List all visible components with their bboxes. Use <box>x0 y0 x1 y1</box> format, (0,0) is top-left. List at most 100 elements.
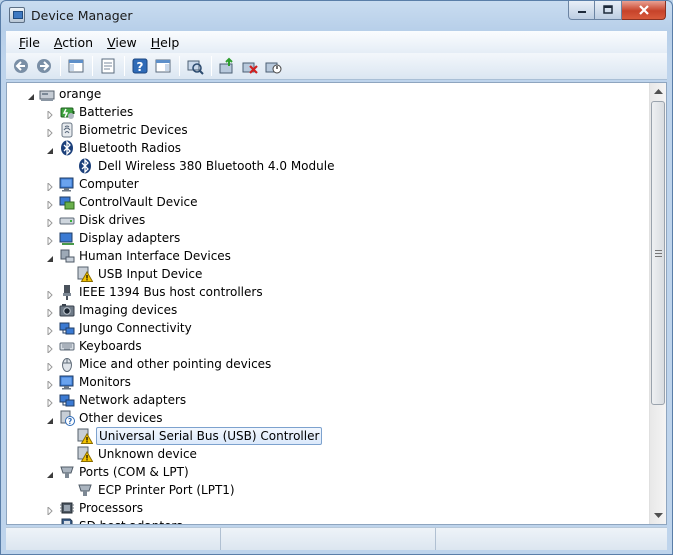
tree-node[interactable]: USB Input Device <box>7 265 649 283</box>
console-tree-button[interactable] <box>65 55 87 77</box>
tree-node[interactable]: Disk drives <box>7 211 649 229</box>
tree-node[interactable]: Bluetooth Radios <box>7 139 649 157</box>
device-manager-window: Device Manager File Action View Help ? oran… <box>0 0 673 555</box>
tree-node-label: Dell Wireless 380 Bluetooth 4.0 Module <box>98 159 335 173</box>
expand-arrow-icon[interactable] <box>46 504 54 517</box>
tree-node[interactable]: Unknown device <box>7 445 649 463</box>
scroll-thumb[interactable] <box>651 101 665 405</box>
device-manager-icon <box>9 7 25 23</box>
tree-node[interactable]: ControlVault Device <box>7 193 649 211</box>
tree-node[interactable]: Keyboards <box>7 337 649 355</box>
title-bar[interactable]: Device Manager <box>1 1 672 31</box>
disk-drive-icon <box>59 212 75 228</box>
menu-view[interactable]: View <box>100 35 144 50</box>
expand-arrow-icon[interactable] <box>46 288 54 301</box>
expand-arrow-icon[interactable] <box>46 324 54 337</box>
maximize-button[interactable] <box>595 1 622 20</box>
menu-help[interactable]: Help <box>144 35 187 50</box>
tree-node[interactable]: Dell Wireless 380 Bluetooth 4.0 Module <box>7 157 649 175</box>
expand-arrow-icon[interactable] <box>46 180 54 193</box>
device-tree[interactable]: orange Batteries Biometric Devices Bluetoot… <box>7 85 649 524</box>
forward-button[interactable] <box>33 55 55 77</box>
disable-device-button[interactable] <box>262 55 284 77</box>
tree-node[interactable]: Computer <box>7 175 649 193</box>
expand-arrow-icon[interactable] <box>46 108 54 121</box>
keyboard-icon <box>59 338 75 354</box>
forward-icon <box>37 59 51 73</box>
back-button[interactable] <box>10 55 32 77</box>
firewire-icon <box>59 284 75 300</box>
status-cell <box>221 528 436 550</box>
collapse-arrow-icon[interactable] <box>46 468 54 478</box>
tree-node[interactable]: Processors <box>7 499 649 517</box>
collapse-arrow-icon[interactable] <box>27 90 35 100</box>
tree-node[interactable]: ? Other devices <box>7 409 649 427</box>
expand-arrow-icon[interactable] <box>46 360 54 373</box>
update-driver-button[interactable] <box>216 55 238 77</box>
tree-node-label: Unknown device <box>98 447 197 461</box>
tree-node[interactable]: ECP Printer Port (LPT1) <box>7 481 649 499</box>
tree-node[interactable]: SD host adapters <box>7 517 649 524</box>
window-title: Device Manager <box>31 8 133 23</box>
tree-node[interactable]: Batteries <box>7 103 649 121</box>
tree-node-label: Jungo Connectivity <box>79 321 192 335</box>
tree-node[interactable]: Monitors <box>7 373 649 391</box>
menu-action[interactable]: Action <box>47 35 100 50</box>
vertical-scrollbar[interactable] <box>649 83 666 524</box>
sd-host-icon <box>59 518 75 524</box>
minimize-button[interactable] <box>568 1 595 20</box>
tree-node-label: Display adapters <box>79 231 181 245</box>
unknown-device-icon: ? <box>59 410 75 426</box>
scroll-up-button[interactable] <box>650 83 666 100</box>
uninstall-button[interactable] <box>239 55 261 77</box>
tree-node[interactable]: Display adapters <box>7 229 649 247</box>
svg-text:?: ? <box>137 60 144 74</box>
close-icon <box>638 4 649 15</box>
tree-node[interactable]: Imaging devices <box>7 301 649 319</box>
expand-arrow-icon[interactable] <box>46 198 54 211</box>
properties-icon <box>101 58 115 74</box>
tree-node-label: Imaging devices <box>79 303 178 317</box>
expand-arrow-icon[interactable] <box>46 216 54 229</box>
display-adapter-icon <box>59 230 75 246</box>
expand-arrow-icon[interactable] <box>46 126 54 139</box>
tree-node-label: Mice and other pointing devices <box>79 357 272 371</box>
tree-node[interactable]: Ports (COM & LPT) <box>7 463 649 481</box>
collapse-arrow-icon[interactable] <box>46 144 54 154</box>
tree-node-label: Monitors <box>79 375 131 389</box>
caption-buttons <box>568 1 666 21</box>
toolbar-separator <box>60 56 61 76</box>
tree-node[interactable]: Biometric Devices <box>7 121 649 139</box>
expand-arrow-icon[interactable] <box>46 234 54 247</box>
properties-button[interactable] <box>97 55 119 77</box>
disable-device-icon <box>265 62 282 74</box>
expand-arrow-icon[interactable] <box>46 342 54 355</box>
back-icon <box>14 59 28 73</box>
collapse-arrow-icon[interactable] <box>46 252 54 262</box>
tree-node-label: Keyboards <box>79 339 142 353</box>
expand-arrow-icon[interactable] <box>46 522 54 524</box>
expand-arrow-icon[interactable] <box>46 378 54 391</box>
expand-arrow-icon[interactable] <box>46 396 54 409</box>
tree-node[interactable]: Mice and other pointing devices <box>7 355 649 373</box>
help-button[interactable]: ? <box>129 55 151 77</box>
scan-hardware-button[interactable] <box>184 55 206 77</box>
tree-node[interactable]: Network adapters <box>7 391 649 409</box>
status-cell <box>6 528 221 550</box>
tree-node[interactable]: Jungo Connectivity <box>7 319 649 337</box>
tree-node[interactable]: IEEE 1394 Bus host controllers <box>7 283 649 301</box>
tree-node-label: orange <box>59 87 102 101</box>
scroll-down-button[interactable] <box>650 507 666 524</box>
collapse-arrow-icon[interactable] <box>46 414 54 424</box>
network-device-icon <box>59 392 75 408</box>
close-button[interactable] <box>622 1 666 20</box>
action-pane-button[interactable] <box>152 55 174 77</box>
menu-file[interactable]: File <box>12 35 47 50</box>
device-tree-pane[interactable]: orange Batteries Biometric Devices Bluetoot… <box>6 82 667 525</box>
tree-node[interactable]: Universal Serial Bus (USB) Controller <box>7 427 649 445</box>
expand-arrow-icon[interactable] <box>46 306 54 319</box>
tree-node[interactable]: Human Interface Devices <box>7 247 649 265</box>
warning-device-icon <box>77 266 94 282</box>
bluetooth-icon <box>59 140 75 156</box>
tree-node[interactable]: orange <box>7 85 649 103</box>
